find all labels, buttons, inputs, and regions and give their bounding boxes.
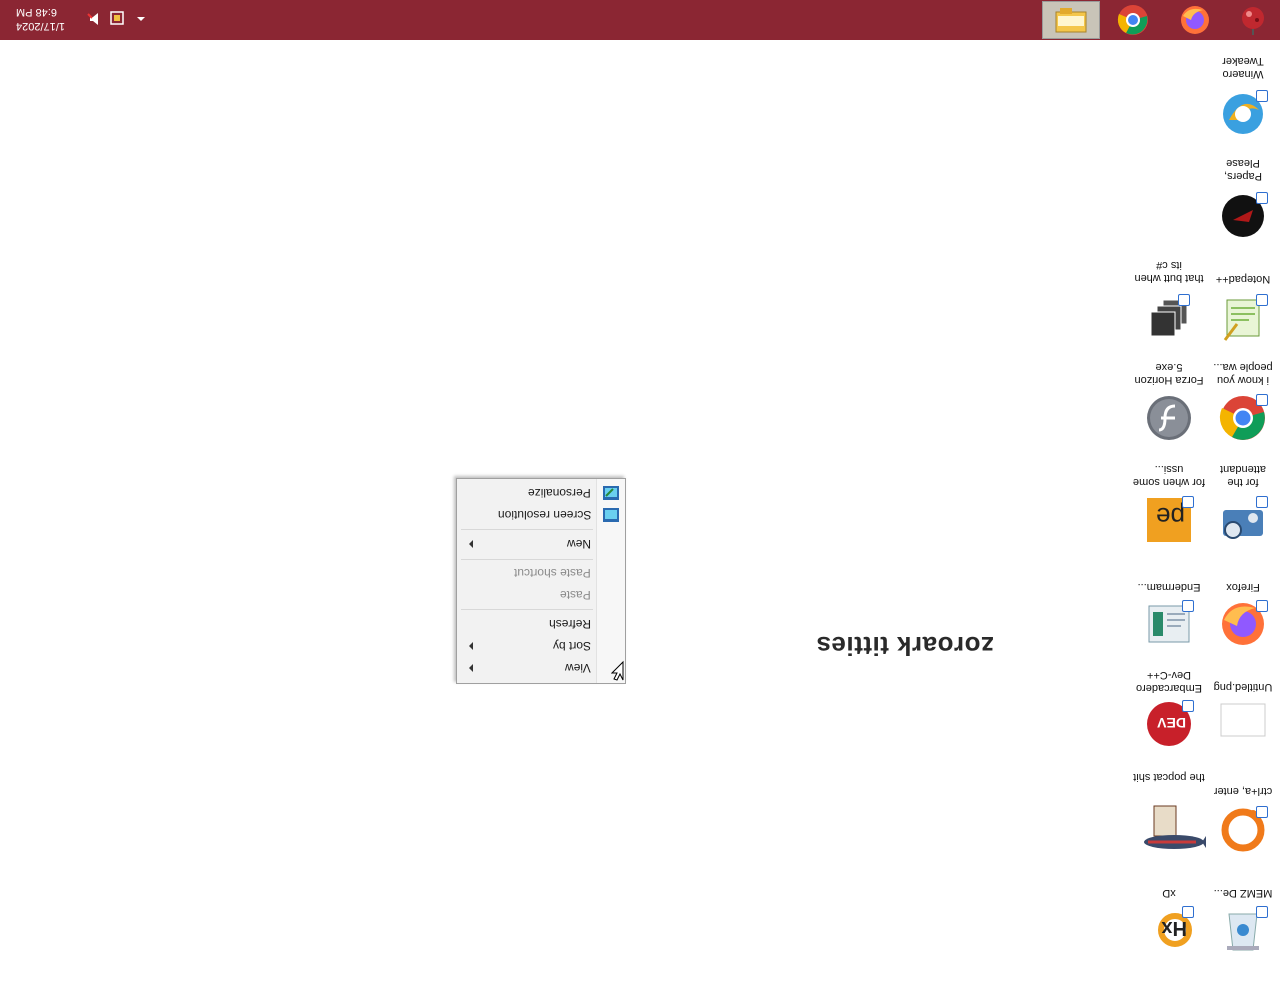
menu-item-paste-shortcut[interactable]: Paste shortcut [457, 563, 625, 583]
submenu-arrow-icon [469, 540, 473, 548]
menu-item-label: Screen resolution [497, 508, 591, 522]
shortcut-arrow-icon [1178, 294, 1190, 306]
desktop-icon-paint-net[interactable]: for when some ussi... pe [1132, 462, 1206, 562]
menu-item-label: Paste shortcut [514, 566, 591, 580]
menu-item-label: Personalize [528, 486, 591, 500]
menu-item-sort-by[interactable]: Sort by [457, 636, 625, 656]
icon-label: Untitled.png [1213, 681, 1273, 693]
desktop-icon-xd[interactable]: xD Hx [1132, 886, 1206, 986]
menu-item-label: View [565, 661, 591, 675]
shortcut-arrow-icon [1182, 600, 1194, 612]
submenu-arrow-icon [469, 642, 473, 650]
flash-icon [1147, 396, 1191, 440]
clock-time: 6:48 PM [16, 6, 57, 18]
icon-label: Endermam... [1137, 581, 1201, 593]
icon-label: ctrl+a, enter [1213, 785, 1273, 797]
system-clock[interactable]: 1/17/2024 6:48 PM [16, 5, 65, 33]
desktop-icon-ctrl-a-enter[interactable]: ctrl+a, enter [1206, 784, 1280, 884]
shortcut-arrow-icon [1256, 192, 1268, 204]
explorer-icon [1055, 8, 1087, 33]
menu-item-new[interactable]: New [457, 534, 625, 554]
personalize-icon [603, 486, 619, 500]
shortcut-arrow-icon [1256, 294, 1268, 306]
menu-item-label: Sort by [552, 639, 591, 653]
desktop-icon-chrome[interactable]: i know you people wa... [1206, 360, 1280, 460]
icon-label: for when some ussi... [1132, 463, 1206, 488]
shortcut-arrow-icon [1256, 600, 1268, 612]
shortcut-arrow-icon [1256, 806, 1268, 818]
icon-label: that butt when its c# [1134, 259, 1204, 284]
icon-label: Forza Horizon 5.exe [1134, 361, 1204, 386]
svg-text:Hx: Hx [1161, 917, 1187, 939]
icon-label: Winaero Tweaker [1222, 55, 1264, 80]
menu-separator [461, 609, 593, 610]
menu-item-view[interactable]: View [457, 658, 625, 678]
desktop-icon-enderman[interactable]: Endermam... [1132, 580, 1206, 680]
network-icon[interactable] [108, 10, 126, 33]
desktop-icon-winaero[interactable]: Winaero Tweaker [1206, 54, 1280, 154]
app-icon [1242, 7, 1264, 35]
icon-label: the popcat shit [1133, 771, 1205, 783]
icon-label: Papers, Please [1224, 157, 1262, 182]
menu-item-paste[interactable]: Paste [457, 585, 625, 605]
desktop-icon-memz[interactable]: MEMZ De... [1206, 886, 1280, 986]
shortcut-arrow-icon [1182, 700, 1194, 712]
firefox-icon [1181, 6, 1209, 34]
screen-resolution-icon [603, 508, 619, 522]
popcat-icon [1144, 805, 1206, 849]
mouse-cursor-icon [611, 660, 624, 681]
icon-label: i know you people wa... [1213, 361, 1273, 386]
submenu-arrow-icon [469, 664, 473, 672]
desktop-icon-that-butt[interactable]: that butt when its c# [1132, 258, 1206, 358]
speaker-icon[interactable] [86, 10, 104, 33]
shortcut-arrow-icon [1256, 90, 1268, 102]
icon-label: xD [1162, 887, 1176, 899]
icon-label: Embarcadero Dev-C++ [1135, 669, 1203, 694]
menu-item-screen-resolution[interactable]: Screen resolution [457, 505, 625, 525]
menu-item-label: New [566, 537, 591, 551]
svg-text:pe: pe [1156, 502, 1185, 532]
desktop-icon-firefox[interactable]: Firefox [1206, 580, 1280, 680]
taskbar-firefox-button[interactable] [1166, 0, 1224, 40]
menu-item-personalize[interactable]: Personalize [457, 483, 625, 503]
menu-separator [461, 559, 593, 560]
overflow-chevron-icon[interactable] [134, 10, 148, 33]
shortcut-arrow-icon [1256, 394, 1268, 406]
menu-item-label: Refresh [548, 617, 591, 631]
icon-label: Firefox [1226, 581, 1260, 593]
clock-date: 1/17/2024 [16, 20, 65, 32]
blank-image-icon [1220, 703, 1266, 737]
icon-label: Notepad++ [1215, 273, 1271, 285]
shortcut-arrow-icon [1256, 906, 1268, 918]
shortcut-arrow-icon [1256, 496, 1268, 508]
svg-text:DEV: DEV [1157, 715, 1186, 731]
desktop-icon-papers-please[interactable]: Papers, Please [1206, 156, 1280, 256]
desktop-context-menu: Personalize Screen resolution New Paste … [456, 478, 626, 684]
menu-item-label: Paste [560, 588, 591, 602]
taskbar: 1/17/2024 6:48 PM [0, 0, 1280, 40]
desktop-icon-dev-cpp[interactable]: Embarcadero Dev-C++ DEV [1132, 668, 1206, 768]
desktop-icon-forza[interactable]: Forza Horizon 5.exe [1132, 360, 1206, 460]
icon-label: for the attendant [1220, 463, 1266, 488]
menu-item-refresh[interactable]: Refresh [457, 614, 625, 634]
taskbar-chrome-button[interactable] [1104, 0, 1162, 40]
taskbar-app-button[interactable] [1224, 0, 1280, 40]
desktop-icon-notepad-plus-plus[interactable]: Notepad++ [1206, 272, 1280, 372]
desktop-icon-popcat[interactable]: the popcat shit [1132, 770, 1206, 870]
menu-separator [461, 529, 593, 530]
shortcut-arrow-icon [1182, 496, 1194, 508]
taskbar-explorer-button[interactable] [1042, 1, 1100, 39]
shortcut-arrow-icon [1182, 906, 1194, 918]
desktop-text: zoroark titties [816, 631, 994, 661]
desktop-icon-untitled-png[interactable]: Untitled.png [1206, 680, 1280, 780]
desktop-icon-for-the-attendant[interactable]: for the attendant [1206, 462, 1280, 562]
icon-label: MEMZ De... [1213, 887, 1273, 899]
chrome-icon [1117, 5, 1148, 35]
